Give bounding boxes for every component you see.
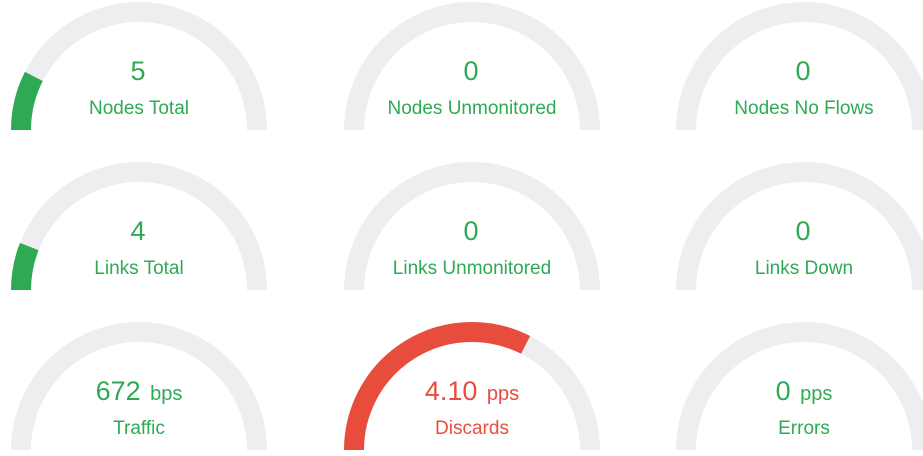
gauge-unit: bps <box>150 383 183 405</box>
gauge-number: 4 <box>130 216 146 246</box>
gauge-label: Links Unmonitored <box>392 258 552 279</box>
gauge-value: 4.10 pps <box>342 376 602 409</box>
gauge-value: 0 <box>342 216 602 249</box>
gauge-label: Nodes Unmonitored <box>387 98 557 119</box>
gauge-label: Traffic <box>113 418 165 439</box>
gauge-number: 672 <box>95 376 141 406</box>
gauge-number: 0 <box>795 56 811 86</box>
gauge-links-down[interactable]: 0 Links Down <box>674 162 923 302</box>
gauge-links-total[interactable]: 4 Links Total <box>9 162 269 302</box>
gauge-number: 0 <box>463 56 479 86</box>
gauge-number: 4.10 <box>424 376 478 406</box>
gauge-label: Links Down <box>754 258 854 279</box>
gauge-nodes-unmonitored[interactable]: 0 Nodes Unmonitored <box>342 2 602 142</box>
gauge-value: 0 <box>342 56 602 89</box>
gauge-value: 672 bps <box>9 376 269 409</box>
gauge-value: 5 <box>9 56 269 89</box>
gauge-number: 5 <box>130 56 146 86</box>
gauge-links-unmonitored[interactable]: 0 Links Unmonitored <box>342 162 602 302</box>
gauge-value: 0 pps <box>674 376 923 409</box>
gauge-nodes-total[interactable]: 5 Nodes Total <box>9 2 269 142</box>
gauge-nodes-no-flows[interactable]: 0 Nodes No Flows <box>674 2 923 142</box>
gauge-label: Links Total <box>94 258 184 279</box>
gauge-label: Nodes No Flows <box>734 98 874 119</box>
gauge-errors[interactable]: 0 pps Errors <box>674 322 923 456</box>
gauge-label: Nodes Total <box>89 98 189 119</box>
gauge-label: Discards <box>435 418 509 439</box>
gauge-traffic[interactable]: 672 bps Traffic <box>9 322 269 456</box>
dashboard-gauges: 5 Nodes Total 0 Nodes Unmonitored 0 Node… <box>0 0 923 456</box>
gauge-value: 0 <box>674 56 923 89</box>
gauge-unit: pps <box>486 383 520 405</box>
gauge-value: 0 <box>674 216 923 249</box>
gauge-number: 0 <box>463 216 479 246</box>
gauge-discards[interactable]: 4.10 pps Discards <box>342 322 602 456</box>
gauge-number: 0 <box>775 376 791 406</box>
gauge-unit: pps <box>800 383 833 405</box>
gauge-value: 4 <box>9 216 269 249</box>
gauge-number: 0 <box>795 216 811 246</box>
gauge-label: Errors <box>778 418 830 439</box>
